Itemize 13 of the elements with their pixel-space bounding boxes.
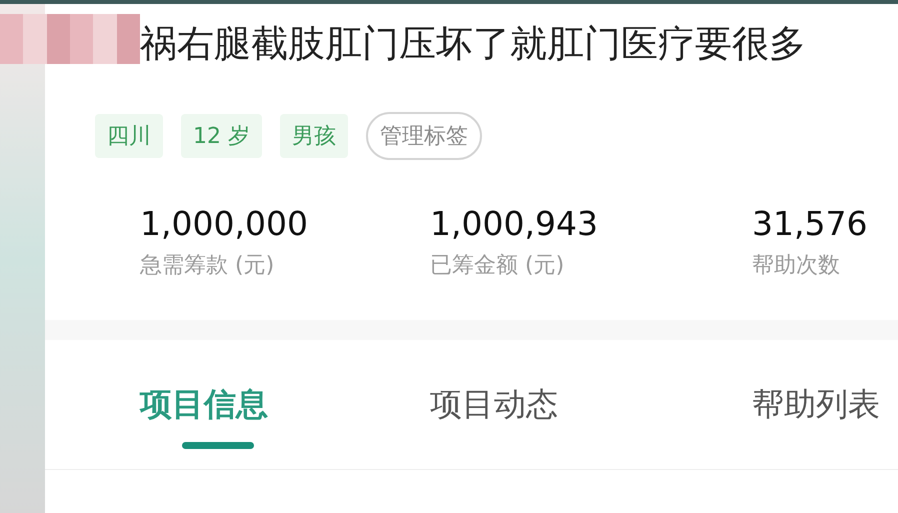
project-title: 祸右腿截肢肛门压坏了就肛门医疗要很多 xyxy=(140,21,807,67)
tab-indicator xyxy=(182,442,254,449)
stat-label: 已筹金额 (元) xyxy=(430,252,566,280)
stat-value: 1,000,943 xyxy=(430,203,599,245)
stat-value: 31,576 xyxy=(752,203,868,245)
tag: 男孩 xyxy=(280,114,348,158)
tab[interactable]: 项目动态 xyxy=(430,380,752,428)
tag: 12 岁 xyxy=(181,114,262,158)
stat-label: 急需筹款 (元) xyxy=(140,252,276,280)
stat-value: 1,000,000 xyxy=(140,203,309,245)
stat-label: 帮助次数 xyxy=(752,252,841,280)
tab[interactable]: 帮助列表 xyxy=(752,380,890,428)
tag: 四川 xyxy=(95,114,163,158)
